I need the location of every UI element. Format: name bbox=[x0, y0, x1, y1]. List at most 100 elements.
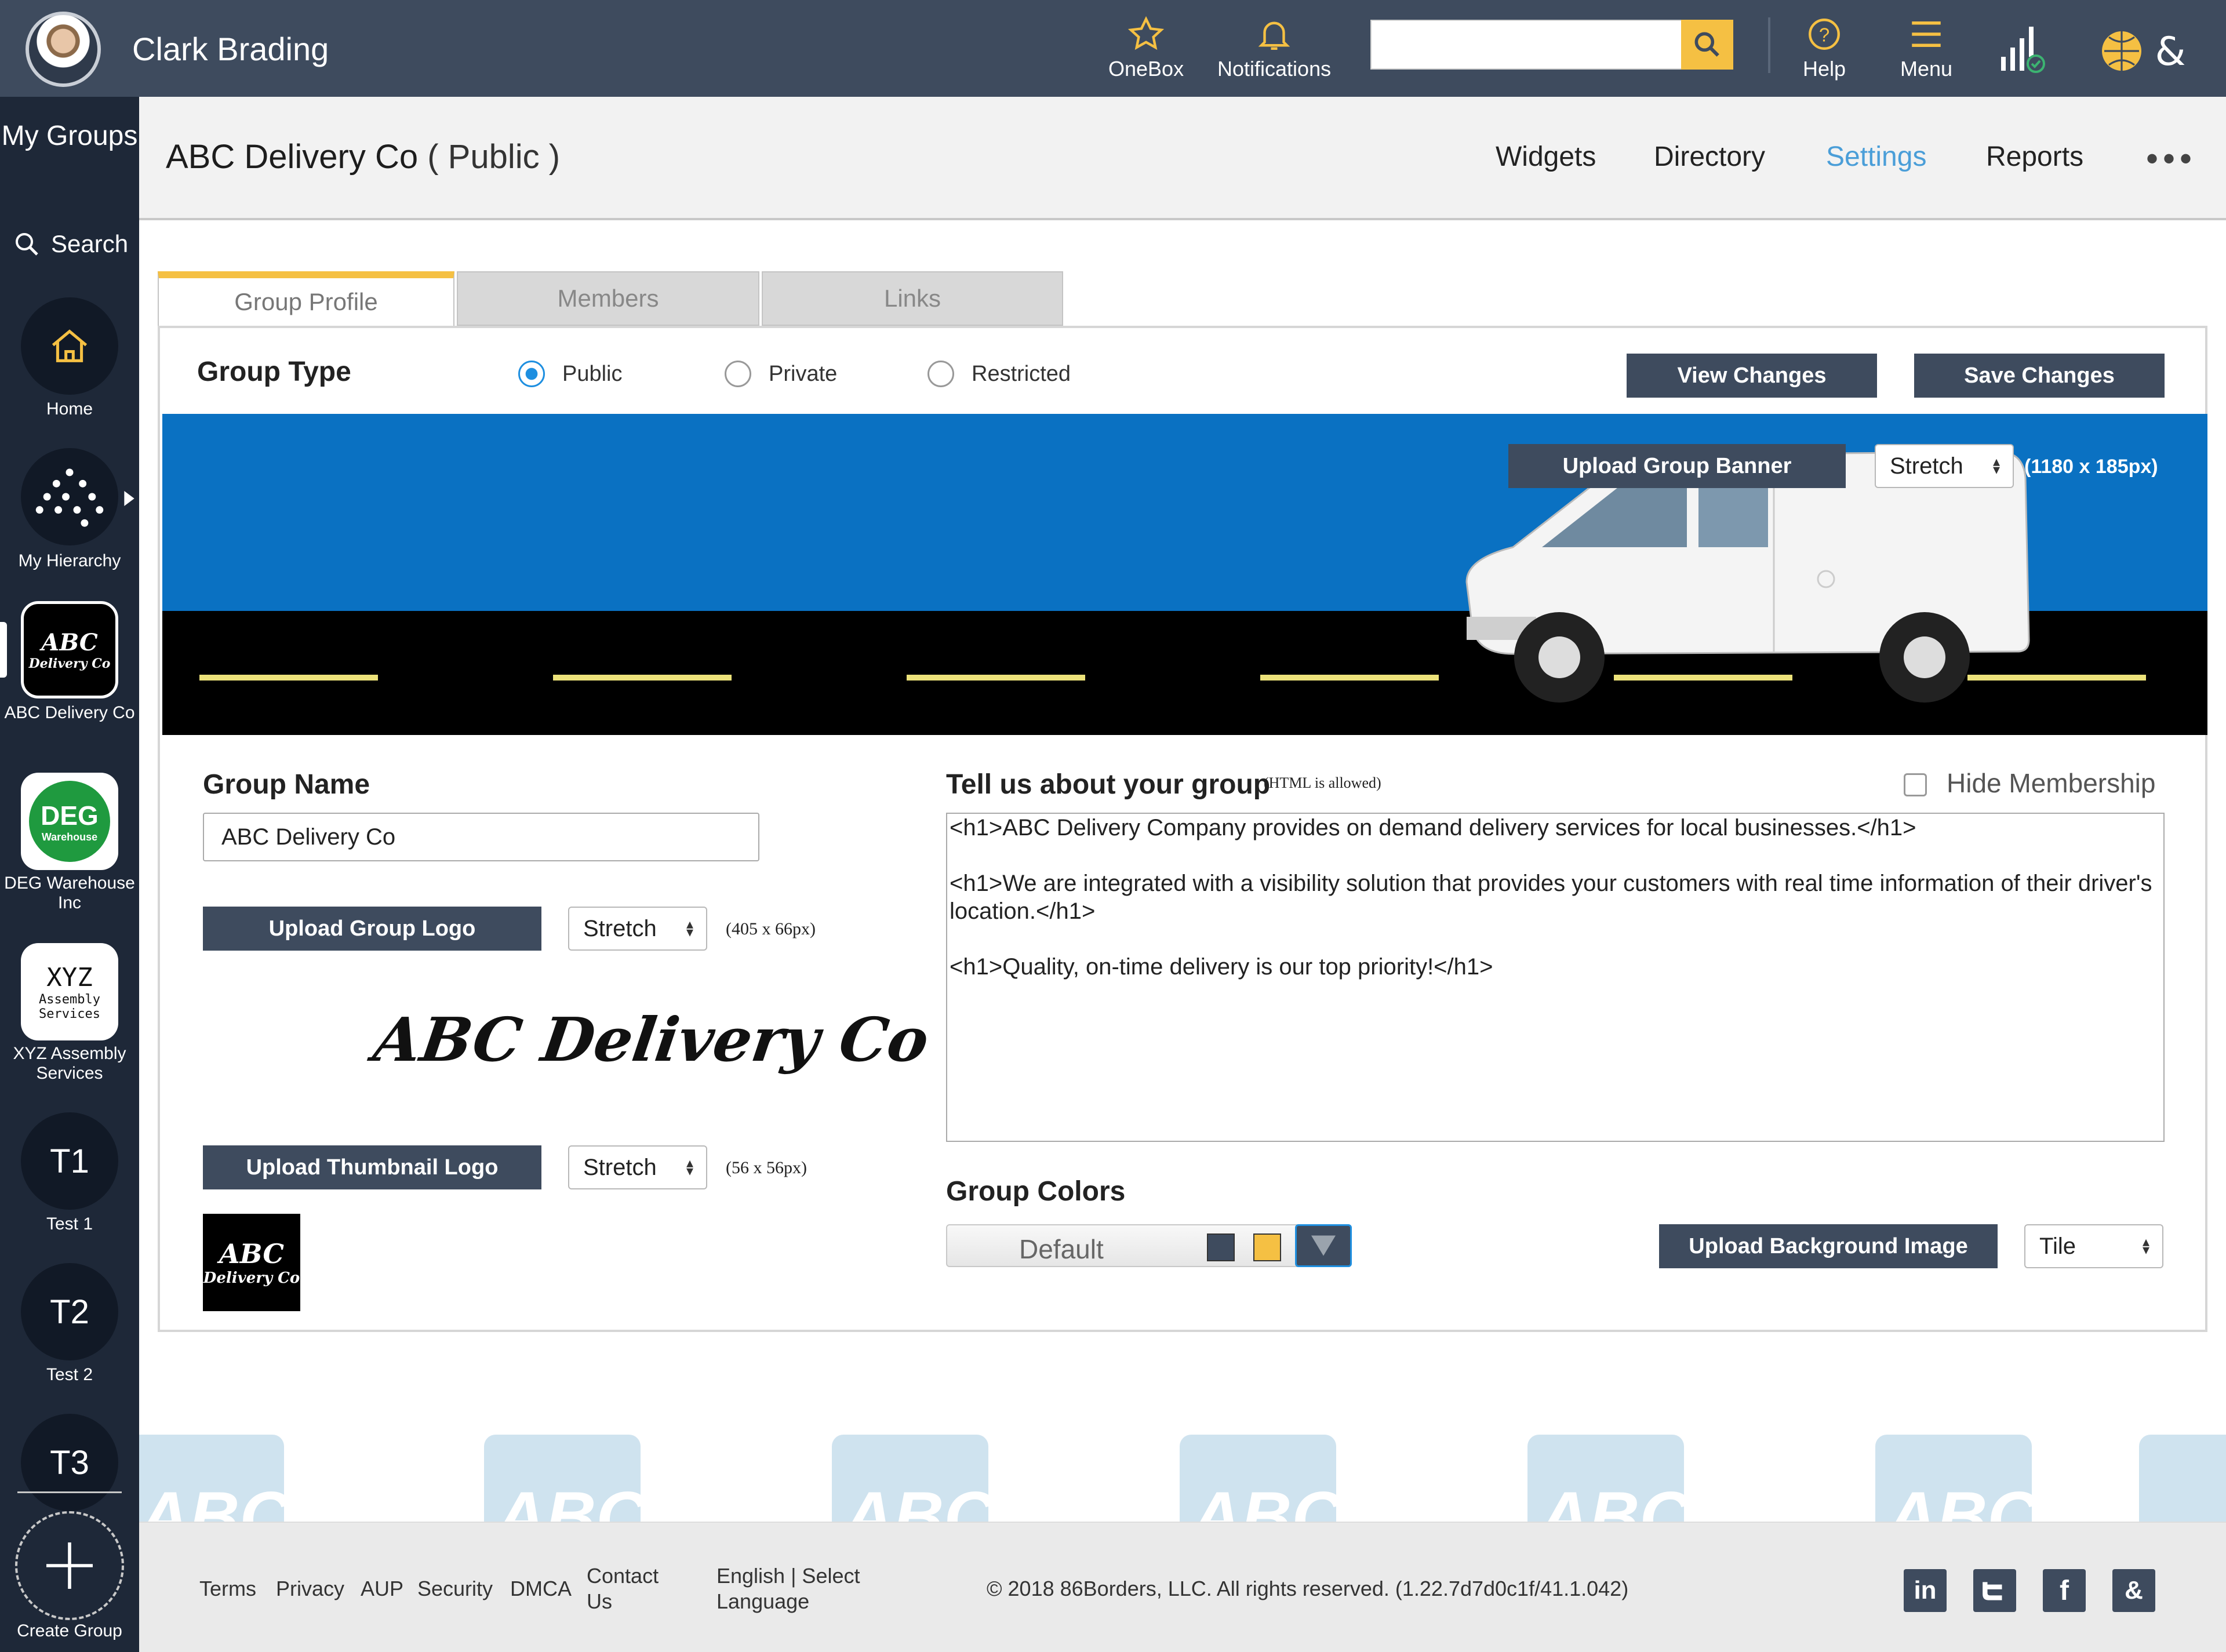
group-name-input[interactable]: ABC Delivery Co bbox=[203, 813, 759, 861]
logo-mode-value: Stretch bbox=[583, 915, 657, 941]
tab-members[interactable]: Members bbox=[457, 271, 759, 326]
sidebar-item-deg-warehouse[interactable]: DEG Warehouse bbox=[21, 773, 118, 870]
group-name-label: Group Name bbox=[203, 769, 370, 800]
about-label: Tell us about your group bbox=[946, 769, 1271, 800]
xyz-tile-line2: Assembly bbox=[39, 992, 100, 1007]
create-group-button[interactable] bbox=[15, 1511, 124, 1620]
sidebar-test2-label: Test 2 bbox=[46, 1365, 93, 1384]
about-textarea[interactable]: <h1>ABC Delivery Company provides on dem… bbox=[946, 813, 2165, 1142]
group-colors-label: Group Colors bbox=[946, 1176, 1126, 1207]
avatar[interactable] bbox=[26, 12, 101, 87]
search-input[interactable] bbox=[1370, 20, 1732, 70]
top-bar: Clark Brading OneBox Notifications ? Hel… bbox=[0, 0, 2226, 97]
upload-background-button[interactable]: Upload Background Image bbox=[1659, 1224, 1998, 1268]
sidebar-item-test-1[interactable]: T1 bbox=[21, 1112, 118, 1210]
expand-arrow-icon[interactable] bbox=[123, 491, 136, 506]
tab-links[interactable]: Links bbox=[762, 271, 1063, 326]
help-button[interactable]: ? Help bbox=[1803, 15, 1846, 81]
radio-restricted[interactable]: Restricted bbox=[928, 361, 1071, 387]
svg-text:&: & bbox=[2155, 29, 2185, 75]
sidebar-test1-label: Test 1 bbox=[46, 1214, 93, 1233]
signal-status-icon[interactable] bbox=[1999, 22, 2045, 74]
sidebar-search-label: Search bbox=[51, 230, 129, 257]
footer-language-link[interactable]: English | Select Language bbox=[716, 1563, 890, 1614]
footer-aup-link[interactable]: AUP bbox=[361, 1576, 403, 1602]
footer-security-link[interactable]: Security bbox=[417, 1576, 493, 1602]
notifications-button[interactable]: Notifications bbox=[1217, 15, 1331, 81]
sidebar-item-test-2[interactable]: T2 bbox=[21, 1263, 118, 1360]
sidebar-item-my-hierarchy[interactable] bbox=[21, 448, 118, 545]
upload-banner-button[interactable]: Upload Group Banner bbox=[1508, 444, 1846, 488]
help-icon: ? bbox=[1809, 19, 1840, 50]
nav-widgets[interactable]: Widgets bbox=[1496, 141, 1596, 173]
nav-directory[interactable]: Directory bbox=[1654, 141, 1765, 173]
my-groups-link[interactable]: My Groups bbox=[0, 118, 139, 155]
deg-tile-line1: DEG bbox=[41, 800, 99, 831]
radio-private[interactable]: Private bbox=[725, 361, 837, 387]
sidebar-item-test-3[interactable]: T3 bbox=[21, 1414, 118, 1511]
radio-restricted-label: Restricted bbox=[972, 361, 1071, 386]
sidebar-search[interactable]: Search bbox=[13, 227, 129, 261]
triangle-down-icon bbox=[1311, 1235, 1336, 1256]
search-button[interactable] bbox=[1681, 20, 1733, 70]
home-icon bbox=[52, 329, 88, 362]
xyz-tile-line1: XYZ bbox=[46, 962, 93, 992]
sidebar-item-xyz-assembly[interactable]: XYZ Assembly Services bbox=[21, 943, 118, 1040]
create-group-label: Create Group bbox=[17, 1621, 122, 1640]
color-scheme-select[interactable]: Default bbox=[946, 1224, 1352, 1267]
facebook-icon[interactable]: f bbox=[2043, 1569, 2086, 1612]
onebox-label: OneBox bbox=[1108, 57, 1184, 81]
sidebar-divider bbox=[17, 1491, 122, 1493]
more-menu-button[interactable]: ••• bbox=[2146, 139, 2196, 179]
sidebar-item-abc-delivery[interactable]: ABC Delivery Co bbox=[21, 601, 118, 698]
nav-reports[interactable]: Reports bbox=[1986, 141, 2083, 173]
plus-icon bbox=[46, 1542, 93, 1589]
86borders-icon[interactable]: & bbox=[2112, 1569, 2155, 1612]
twitter-icon[interactable] bbox=[1973, 1569, 2016, 1612]
color-scheme-value: Default bbox=[1019, 1234, 1104, 1264]
deg-tile-line2: Warehouse bbox=[41, 831, 98, 843]
globe-brand-icon[interactable]: & bbox=[2098, 23, 2197, 75]
onebox-button[interactable]: OneBox bbox=[1108, 15, 1184, 81]
bg-watermark: ABC bbox=[843, 1478, 994, 1522]
footer-dmca-link[interactable]: DMCA bbox=[510, 1576, 572, 1602]
view-changes-button[interactable]: View Changes bbox=[1627, 354, 1877, 398]
thumbnail-mode-select[interactable]: Stretch bbox=[568, 1145, 707, 1189]
banner-size-hint: (1180 x 185px) bbox=[2024, 456, 2158, 478]
page-title: ABC Delivery Co ( Public ) bbox=[166, 137, 560, 176]
sidebar-deg-label: DEG Warehouse Inc bbox=[4, 874, 135, 912]
user-name[interactable]: Clark Brading bbox=[132, 30, 329, 68]
menu-label: Menu bbox=[1900, 57, 1953, 81]
t1-tile: T1 bbox=[50, 1142, 89, 1180]
group-logo-preview: ABC Delivery Co bbox=[369, 1004, 933, 1075]
radio-private-label: Private bbox=[769, 361, 838, 386]
group-title: ABC Delivery Co bbox=[166, 138, 419, 176]
sidebar-home-label: Home bbox=[46, 399, 93, 419]
bg-watermark: ABC bbox=[1191, 1478, 1342, 1522]
nav-settings[interactable]: Settings bbox=[1826, 141, 1926, 173]
thumbnail-preview: ABC Delivery Co bbox=[203, 1214, 300, 1311]
radio-public[interactable]: Public bbox=[518, 361, 623, 387]
upload-thumbnail-button[interactable]: Upload Thumbnail Logo bbox=[203, 1145, 541, 1189]
upload-logo-button[interactable]: Upload Group Logo bbox=[203, 907, 541, 951]
color-dropdown-button[interactable] bbox=[1295, 1224, 1352, 1267]
footer-privacy-link[interactable]: Privacy bbox=[276, 1576, 344, 1602]
tab-group-profile[interactable]: Group Profile bbox=[158, 271, 454, 326]
background-mode-select[interactable]: Tile bbox=[2024, 1224, 2163, 1268]
hide-membership-label: Hide Membership bbox=[1947, 768, 2156, 798]
menu-button[interactable]: Menu bbox=[1900, 15, 1952, 81]
logo-mode-select[interactable]: Stretch bbox=[568, 907, 707, 951]
footer-contact-link[interactable]: Contact Us bbox=[587, 1563, 674, 1614]
footer-terms-link[interactable]: Terms bbox=[199, 1576, 256, 1602]
save-changes-button[interactable]: Save Changes bbox=[1914, 354, 2165, 398]
bg-watermark: ABC bbox=[1887, 1478, 2038, 1522]
star-icon bbox=[1127, 16, 1165, 50]
bg-watermark: ABC bbox=[139, 1478, 290, 1522]
radio-empty-icon bbox=[725, 361, 751, 387]
linkedin-icon[interactable]: in bbox=[1904, 1569, 1947, 1612]
banner-mode-select[interactable]: Stretch bbox=[1875, 444, 2014, 488]
sidebar-item-home[interactable] bbox=[21, 297, 118, 395]
bell-icon bbox=[1258, 21, 1290, 50]
html-allowed-hint: (HTML is allowed) bbox=[1264, 774, 1381, 791]
hide-membership-checkbox[interactable] bbox=[1904, 773, 1927, 796]
